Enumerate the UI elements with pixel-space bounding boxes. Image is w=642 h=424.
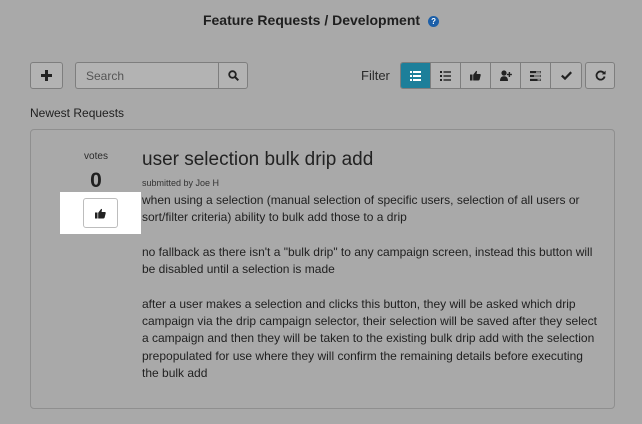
request-description: when using a selection (manual selection… — [142, 192, 602, 400]
filter-list-button[interactable] — [401, 63, 431, 88]
magnifier-icon — [227, 70, 239, 81]
request-title: user selection bulk drip add — [142, 149, 374, 170]
page-title: Feature Requests / Development — [202, 12, 421, 28]
refresh-button[interactable] — [585, 62, 615, 89]
vote-button-highlight — [60, 192, 141, 234]
search-input[interactable] — [75, 62, 219, 89]
filter-votes-button[interactable] — [461, 63, 491, 88]
search-button[interactable] — [218, 62, 248, 89]
thumbs-up-icon — [95, 208, 106, 219]
thumbs-up-icon — [470, 70, 481, 81]
votes-count: 0 — [90, 169, 102, 192]
tasks-icon — [530, 70, 541, 81]
add-request-button[interactable] — [30, 62, 63, 89]
section-heading: Newest Requests — [30, 106, 125, 120]
page-title-row: Feature Requests / Development? — [0, 12, 642, 28]
user-plus-icon — [499, 70, 512, 81]
plus-icon — [41, 70, 52, 81]
question-circle-icon[interactable]: ? — [428, 16, 440, 27]
filter-label: Filter — [361, 68, 390, 83]
filter-button-group — [400, 62, 582, 89]
search-group — [75, 62, 248, 89]
filter-completed-button[interactable] — [551, 63, 581, 88]
filter-in-progress-button[interactable] — [521, 63, 551, 88]
submitted-by: submitted by Joe H — [142, 178, 220, 188]
upvote-button[interactable] — [83, 198, 118, 228]
filter-assigned-button[interactable] — [491, 63, 521, 88]
description-paragraph: after a user makes a selection and click… — [142, 296, 597, 380]
check-icon — [560, 71, 572, 80]
list-icon — [410, 70, 421, 81]
description-paragraph: no fallback as there isn't a "bulk drip"… — [142, 244, 593, 277]
votes-label: votes — [84, 151, 108, 162]
description-paragraph: when using a selection (manual selection… — [142, 193, 580, 225]
filter-ordered-list-button[interactable] — [431, 63, 461, 88]
request-card: votes 0 user selection bulk drip add sub… — [30, 129, 615, 409]
ordered-list-icon — [440, 70, 451, 81]
refresh-icon — [595, 70, 606, 81]
